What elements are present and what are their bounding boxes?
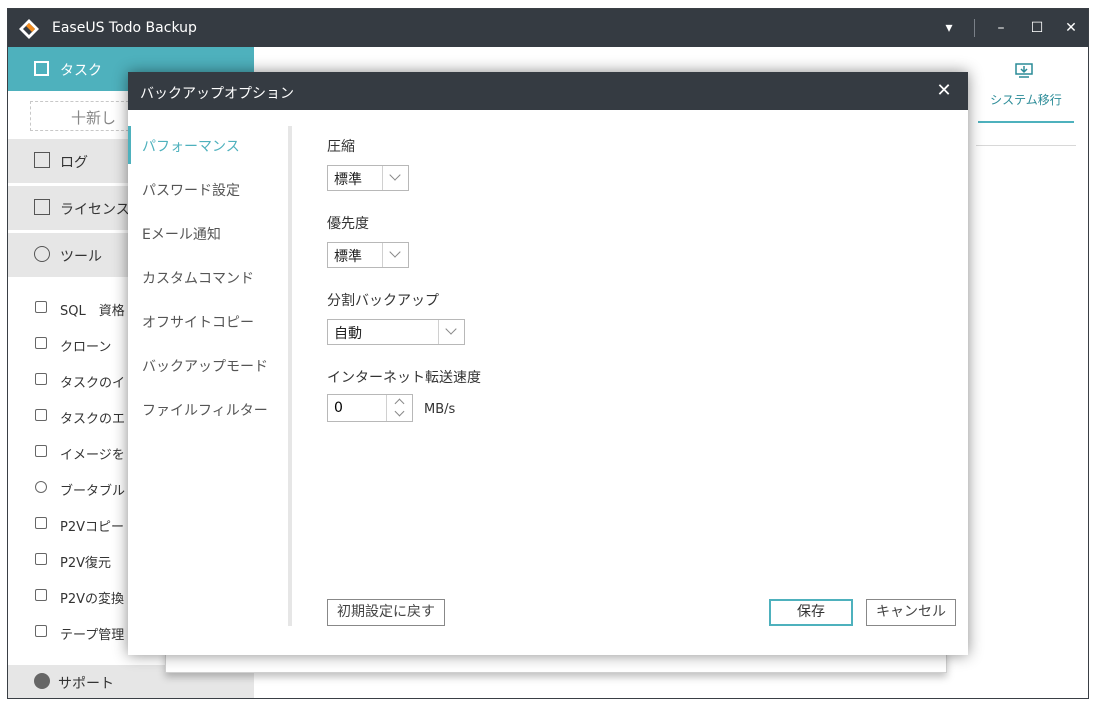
chevron-down-icon	[382, 243, 408, 267]
priority-select[interactable]: 標準	[327, 242, 409, 268]
tool-item-label: テープ管理	[60, 628, 125, 643]
tool-item-label: イメージを	[60, 448, 125, 463]
license-icon	[34, 199, 50, 215]
nav-item-label: バックアップモード	[142, 359, 268, 375]
nav-item-password[interactable]: パスワード設定	[128, 166, 286, 210]
tool-item-label: P2Vコピー	[60, 520, 125, 535]
backup-options-dialog: バックアップオプション ✕ パフォーマンス パスワード設定 Eメール通知 カスタ…	[128, 72, 968, 655]
tool-item-label: P2V復元	[60, 556, 112, 571]
stepper-buttons	[386, 395, 412, 421]
titlebar-separator	[974, 19, 975, 37]
chevron-down-icon	[438, 320, 464, 344]
system-migration-icon	[1015, 63, 1033, 78]
sidebar-item-label: ログ	[60, 155, 88, 171]
compression-label: 圧縮	[327, 139, 355, 155]
nav-item-file-filter[interactable]: ファイルフィルター	[128, 386, 286, 430]
support-icon	[34, 673, 50, 689]
nav-item-label: オフサイトコピー	[142, 315, 254, 331]
title-bar: EaseUS Todo Backup ▾ – ☐ ✕	[8, 9, 1088, 47]
main-divider	[976, 145, 1076, 146]
maximize-button[interactable]: ☐	[1026, 18, 1048, 38]
app-title: EaseUS Todo Backup	[52, 20, 197, 36]
nav-item-backup-mode[interactable]: バックアップモード	[128, 342, 286, 386]
sidebar-item-label: タスク	[60, 63, 102, 79]
speed-label: インターネット転送速度	[327, 370, 481, 386]
nav-item-performance[interactable]: パフォーマンス	[128, 122, 286, 166]
tool-item-label: SQL 資格	[60, 304, 125, 319]
log-icon	[34, 152, 50, 168]
tool-item-label: P2Vの変換	[60, 592, 125, 607]
priority-label: 優先度	[327, 216, 369, 232]
split-value: 自動	[334, 326, 362, 342]
clone-icon	[35, 337, 47, 349]
checkbox-icon	[34, 61, 49, 76]
split-label: 分割バックアップ	[327, 293, 439, 309]
dialog-close-icon[interactable]: ✕	[934, 81, 954, 101]
nav-item-label: Eメール通知	[142, 227, 221, 243]
dialog-header: バックアップオプション ✕	[128, 72, 968, 110]
chevron-down-icon	[382, 166, 408, 190]
options-nav: パフォーマンス パスワード設定 Eメール通知 カスタムコマンド オフサイトコピー…	[128, 110, 288, 655]
nav-item-label: パフォーマンス	[142, 139, 240, 155]
sidebar-item-label: ツール	[60, 249, 102, 265]
chevron-down-icon[interactable]	[387, 408, 412, 421]
database-icon	[35, 301, 47, 313]
close-button[interactable]: ✕	[1060, 18, 1082, 38]
reset-defaults-button[interactable]: 初期設定に戻す	[327, 599, 445, 626]
nav-item-label: ファイルフィルター	[142, 403, 268, 419]
nav-item-offsite-copy[interactable]: オフサイトコピー	[128, 298, 286, 342]
minimize-button[interactable]: –	[990, 18, 1012, 38]
compression-value: 標準	[334, 172, 362, 188]
tool-item-label: ブータブル	[60, 484, 126, 499]
tool-item-label: クローン	[60, 340, 112, 355]
priority-value: 標準	[334, 249, 362, 265]
p2v-restore-icon	[35, 553, 47, 565]
cancel-button[interactable]: キャンセル	[866, 599, 956, 626]
active-indicator	[128, 126, 131, 164]
easeus-logo-icon	[19, 19, 39, 39]
import-icon	[35, 373, 47, 385]
speed-unit: MB/s	[424, 402, 456, 417]
export-icon	[35, 409, 47, 421]
split-select[interactable]: 自動	[327, 319, 465, 345]
nav-divider	[288, 126, 292, 626]
sidebar-item-label: サポート	[58, 676, 114, 692]
sidebar-item-label: ライセンス	[60, 202, 130, 218]
tool-item-label: タスクのイ	[60, 376, 126, 391]
nav-item-label: カスタムコマンド	[142, 271, 254, 287]
bootable-icon	[35, 481, 47, 493]
wrench-icon	[34, 246, 50, 262]
p2v-copy-icon	[35, 517, 47, 529]
p2v-convert-icon	[35, 589, 47, 601]
tab-label: システム移行	[990, 93, 1062, 107]
tape-icon	[35, 625, 47, 637]
save-button[interactable]: 保存	[769, 599, 853, 626]
speed-value: 0	[334, 400, 343, 416]
new-task-label: 十新し	[71, 109, 117, 127]
image-check-icon	[35, 445, 47, 457]
tab-system-migration[interactable]: システム移行	[978, 59, 1074, 123]
menu-dropdown-icon[interactable]: ▾	[938, 18, 960, 38]
dialog-title: バックアップオプション	[140, 86, 294, 102]
speed-stepper[interactable]: 0	[327, 394, 413, 422]
nav-item-custom-command[interactable]: カスタムコマンド	[128, 254, 286, 298]
tool-item-label: タスクのエ	[60, 412, 126, 427]
compression-select[interactable]: 標準	[327, 165, 409, 191]
nav-item-email[interactable]: Eメール通知	[128, 210, 286, 254]
nav-item-label: パスワード設定	[142, 183, 240, 199]
